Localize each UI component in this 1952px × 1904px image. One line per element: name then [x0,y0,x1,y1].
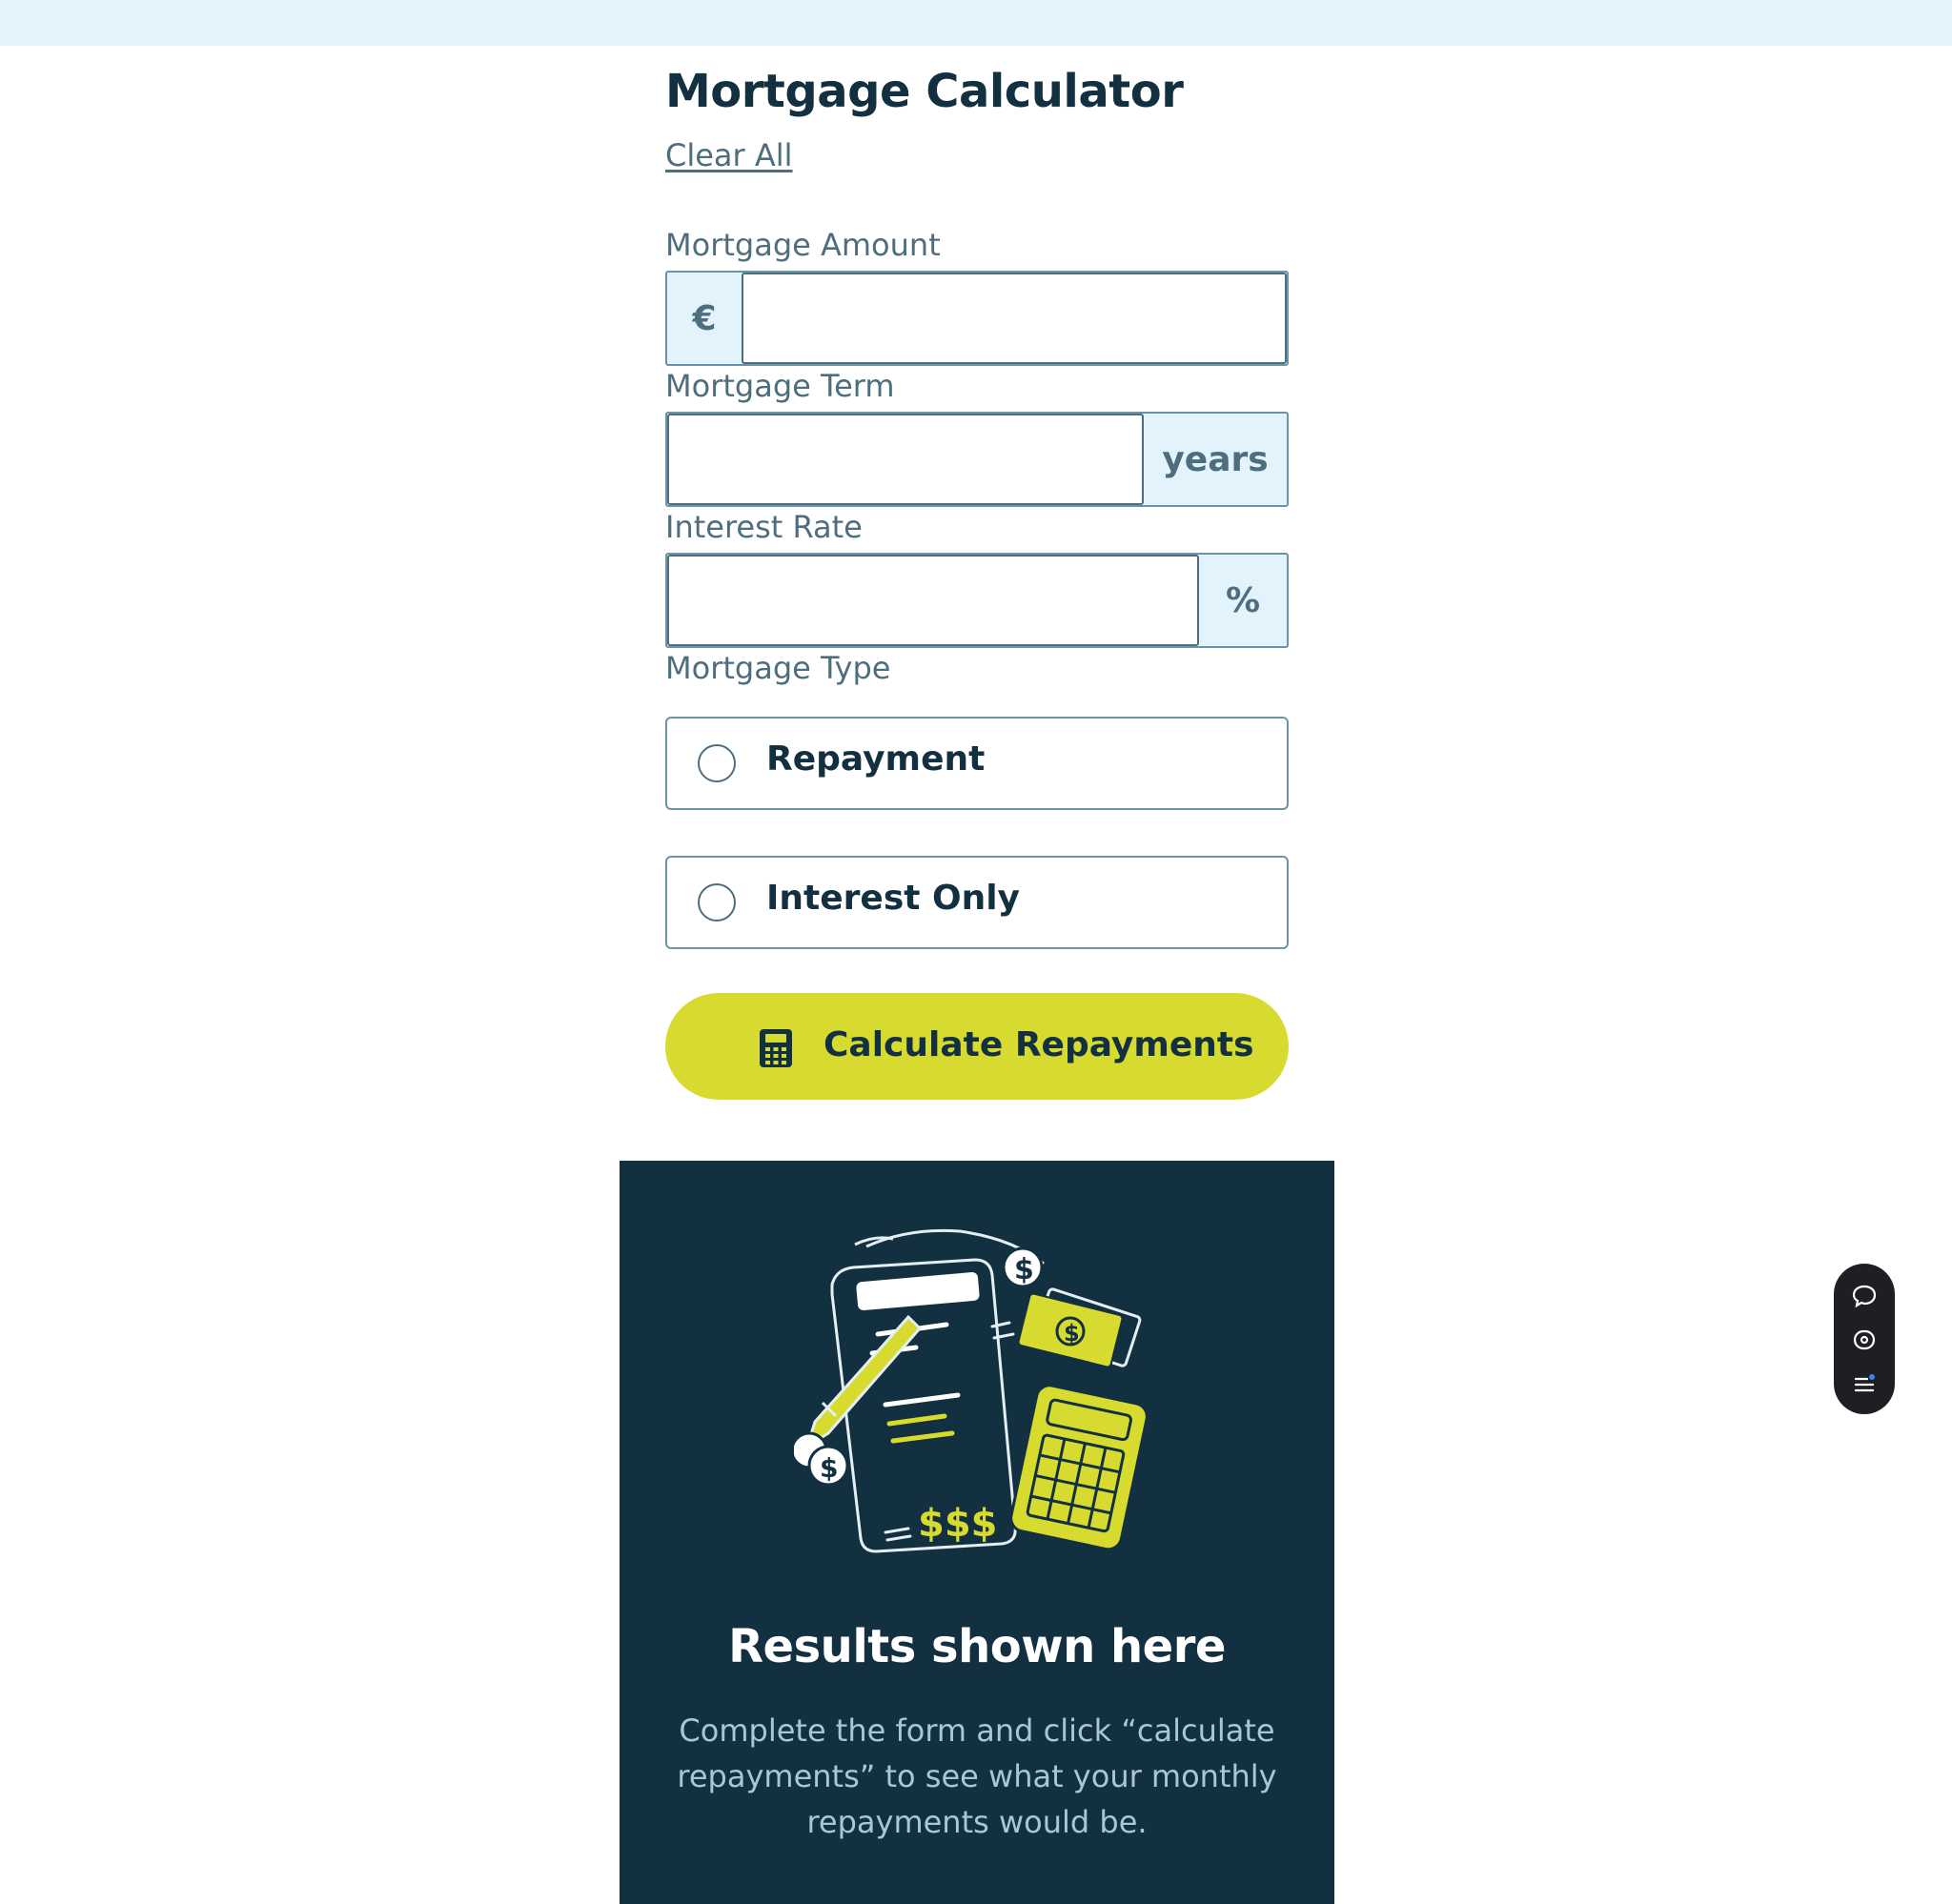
currency-prefix: € [692,298,717,338]
radio-option-repayment[interactable]: Repayment [665,717,1289,810]
results-description: Complete the form and click “calculate r… [677,1712,1277,1840]
results-title: Results shown here [728,1620,1226,1673]
years-suffix: years [1162,439,1269,479]
svg-text:$: $ [820,1452,838,1484]
interest-rate-field: % [665,553,1289,648]
radio-label-interest-only: Interest Only [766,879,1021,918]
page-title: Mortgage Calculator [665,65,1184,118]
mortgage-term-input[interactable] [667,414,1144,505]
interest-rate-label: Interest Rate [665,509,863,545]
calculate-repayments-button[interactable]: Calculate Repayments [665,993,1289,1100]
radio-circle-icon[interactable] [698,744,736,782]
mortgage-term-field: years [665,412,1289,507]
mortgage-type-label: Mortgage Type [665,650,891,686]
floating-toolbar [1834,1264,1895,1414]
calculate-button-label: Calculate Repayments [824,1025,1254,1064]
svg-text:$: $ [1064,1320,1080,1347]
calculator-icon [760,1029,792,1071]
svg-text:$$$: $$$ [918,1502,998,1546]
mortgage-term-label: Mortgage Term [665,368,895,404]
percent-suffix: % [1225,580,1261,620]
eye-icon[interactable] [1845,1321,1883,1359]
svg-text:$: $ [1014,1253,1034,1286]
results-panel: $$$ $ $ $ Results shown here Complete th… [620,1161,1334,1904]
mortgage-amount-label: Mortgage Amount [665,227,941,263]
comment-icon[interactable] [1845,1277,1883,1315]
interest-rate-input[interactable] [667,555,1199,646]
radio-circle-icon[interactable] [698,883,736,922]
clear-all-link[interactable]: Clear All [665,137,793,173]
radio-label-repayment: Repayment [766,739,986,779]
menu-list-icon[interactable] [1845,1365,1883,1403]
mortgage-amount-input[interactable] [742,273,1287,364]
top-banner [0,0,1952,46]
mortgage-amount-field: € [665,271,1289,366]
radio-option-interest-only[interactable]: Interest Only [665,856,1289,949]
empty-results-illustration: $$$ $ $ $ [790,1222,1160,1574]
